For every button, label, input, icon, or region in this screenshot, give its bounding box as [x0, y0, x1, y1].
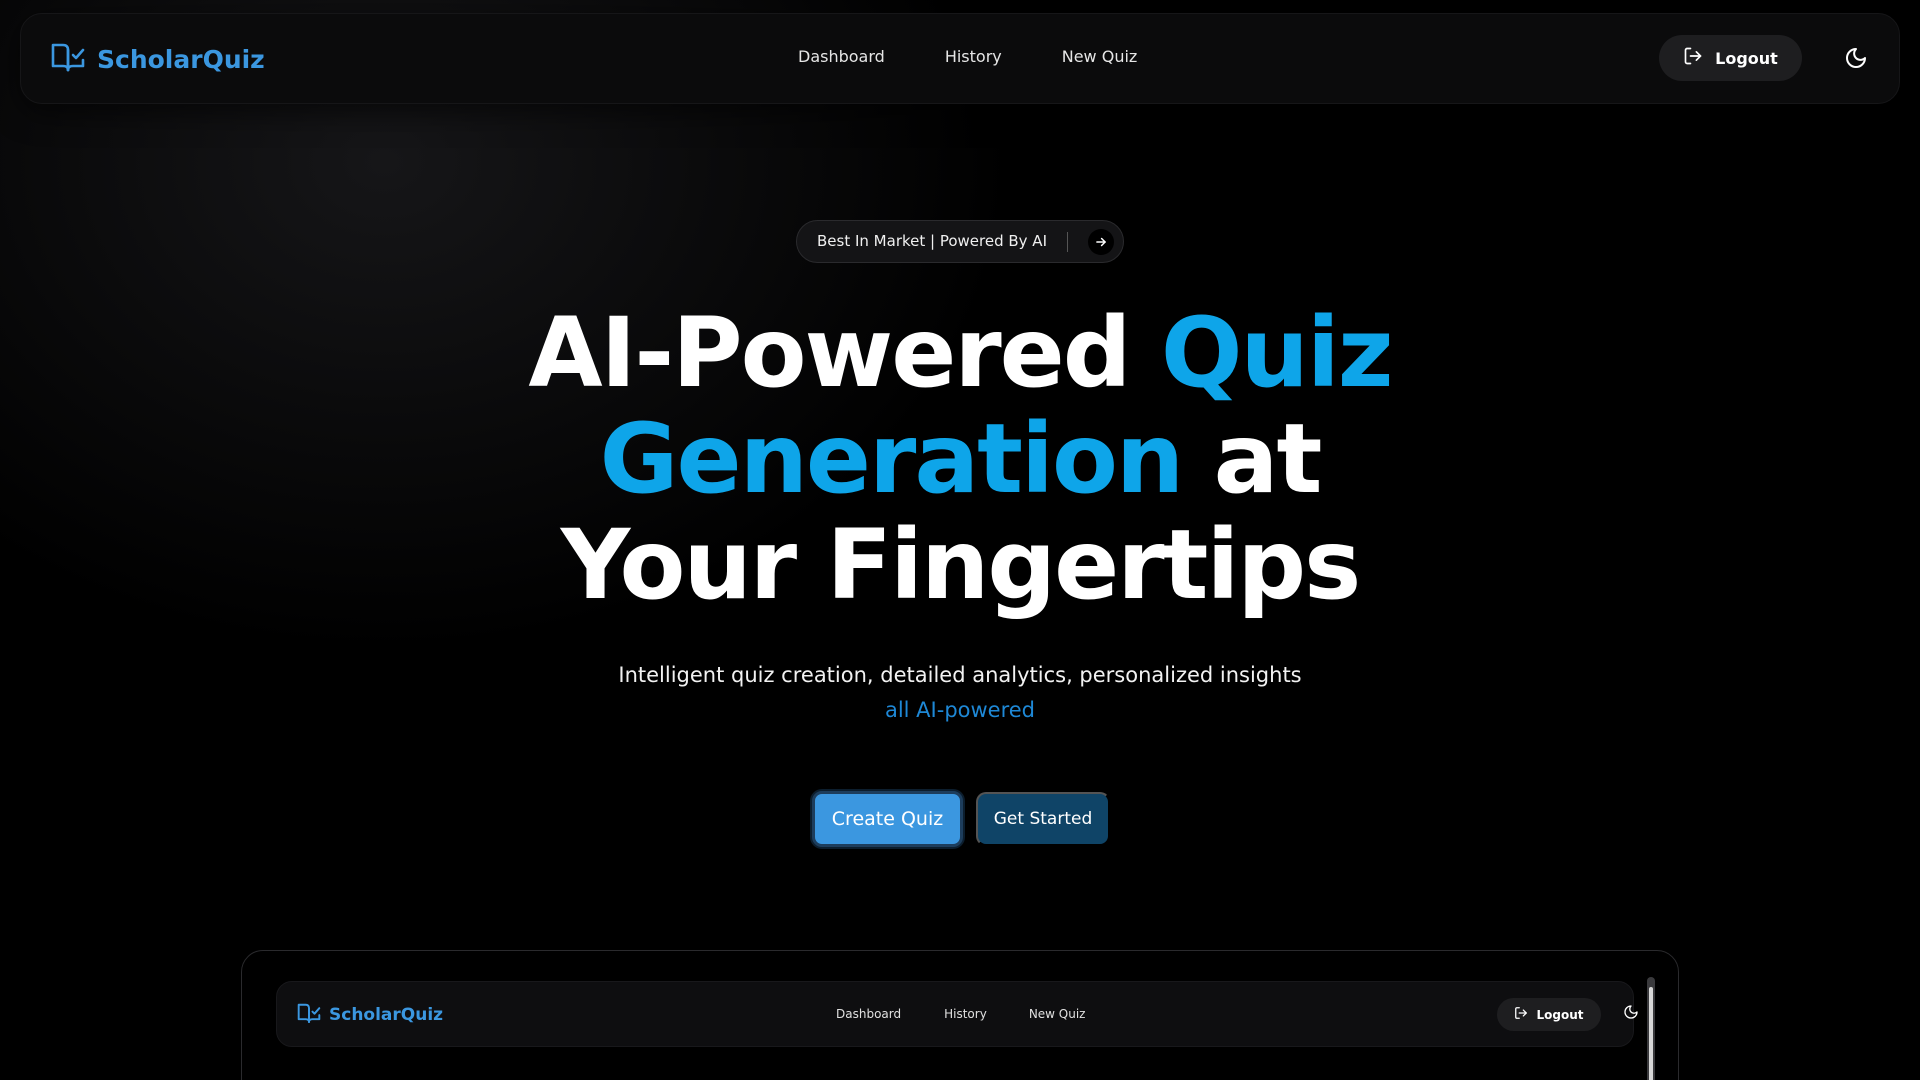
preview-nav-dashboard: Dashboard [836, 1007, 902, 1021]
preview-navbar: ScholarQuiz Dashboard History New Quiz L… [276, 981, 1638, 1047]
app-preview-frame: ScholarQuiz Dashboard History New Quiz L… [241, 950, 1679, 1080]
headline-line-1: AI-Powered Quiz [460, 300, 1460, 406]
preview-brand-name: ScholarQuiz [329, 1005, 444, 1025]
arrow-right-icon [1088, 229, 1114, 255]
preview-nav-links: Dashboard History New Quiz [836, 1007, 1085, 1021]
brand-name: ScholarQuiz [97, 44, 265, 74]
hero-headline: AI-Powered Quiz Generation at Your Finge… [460, 300, 1460, 618]
book-check-icon [297, 1002, 321, 1028]
logout-button[interactable]: Logout [1659, 35, 1802, 81]
logout-icon [1683, 46, 1703, 70]
headline-text-1: AI-Powered [528, 297, 1161, 409]
hero-subtitle-accent: all AI-powered [884, 698, 1036, 722]
get-started-button[interactable]: Get Started [976, 792, 1110, 846]
moon-icon [1623, 1004, 1639, 1024]
hero-subtitle: Intelligent quiz creation, detailed anal… [618, 663, 1302, 687]
announcement-pill[interactable]: Best In Market | Powered By AI [796, 220, 1124, 263]
preview-brand-logo: ScholarQuiz [297, 1002, 443, 1028]
moon-icon [1844, 46, 1868, 74]
nav-new-quiz[interactable]: New Quiz [1062, 47, 1138, 73]
create-quiz-button[interactable]: Create Quiz [812, 791, 963, 847]
book-check-icon [51, 41, 85, 77]
preview-logout-button: Logout [1497, 998, 1601, 1031]
top-navbar: ScholarQuiz Dashboard History New Quiz L… [20, 13, 1900, 104]
logout-label: Logout [1715, 48, 1778, 68]
pill-text: Best In Market | Powered By AI [817, 232, 1047, 250]
preview-logout-label: Logout [1536, 1007, 1584, 1022]
headline-line-2: Generation at [460, 406, 1460, 512]
brand-logo[interactable]: ScholarQuiz [51, 42, 265, 76]
preview-nav-history: History [944, 1007, 987, 1021]
preview-nav-new-quiz: New Quiz [1028, 1007, 1086, 1021]
preview-scrollbar-thumb[interactable] [1649, 987, 1653, 1080]
nav-dashboard[interactable]: Dashboard [798, 47, 885, 73]
theme-toggle[interactable] [1841, 45, 1871, 75]
headline-text-2: at [1182, 403, 1323, 515]
main-nav: Dashboard History New Quiz [798, 47, 1137, 73]
preview-theme-toggle [1621, 1004, 1641, 1024]
nav-history[interactable]: History [945, 47, 1002, 73]
headline-accent-quiz: Quiz [1160, 297, 1394, 409]
logout-icon [1514, 1006, 1528, 1023]
pill-divider [1067, 232, 1068, 252]
headline-line-3: Your Fingertips [560, 509, 1361, 621]
headline-accent-generation: Generation [599, 403, 1185, 515]
